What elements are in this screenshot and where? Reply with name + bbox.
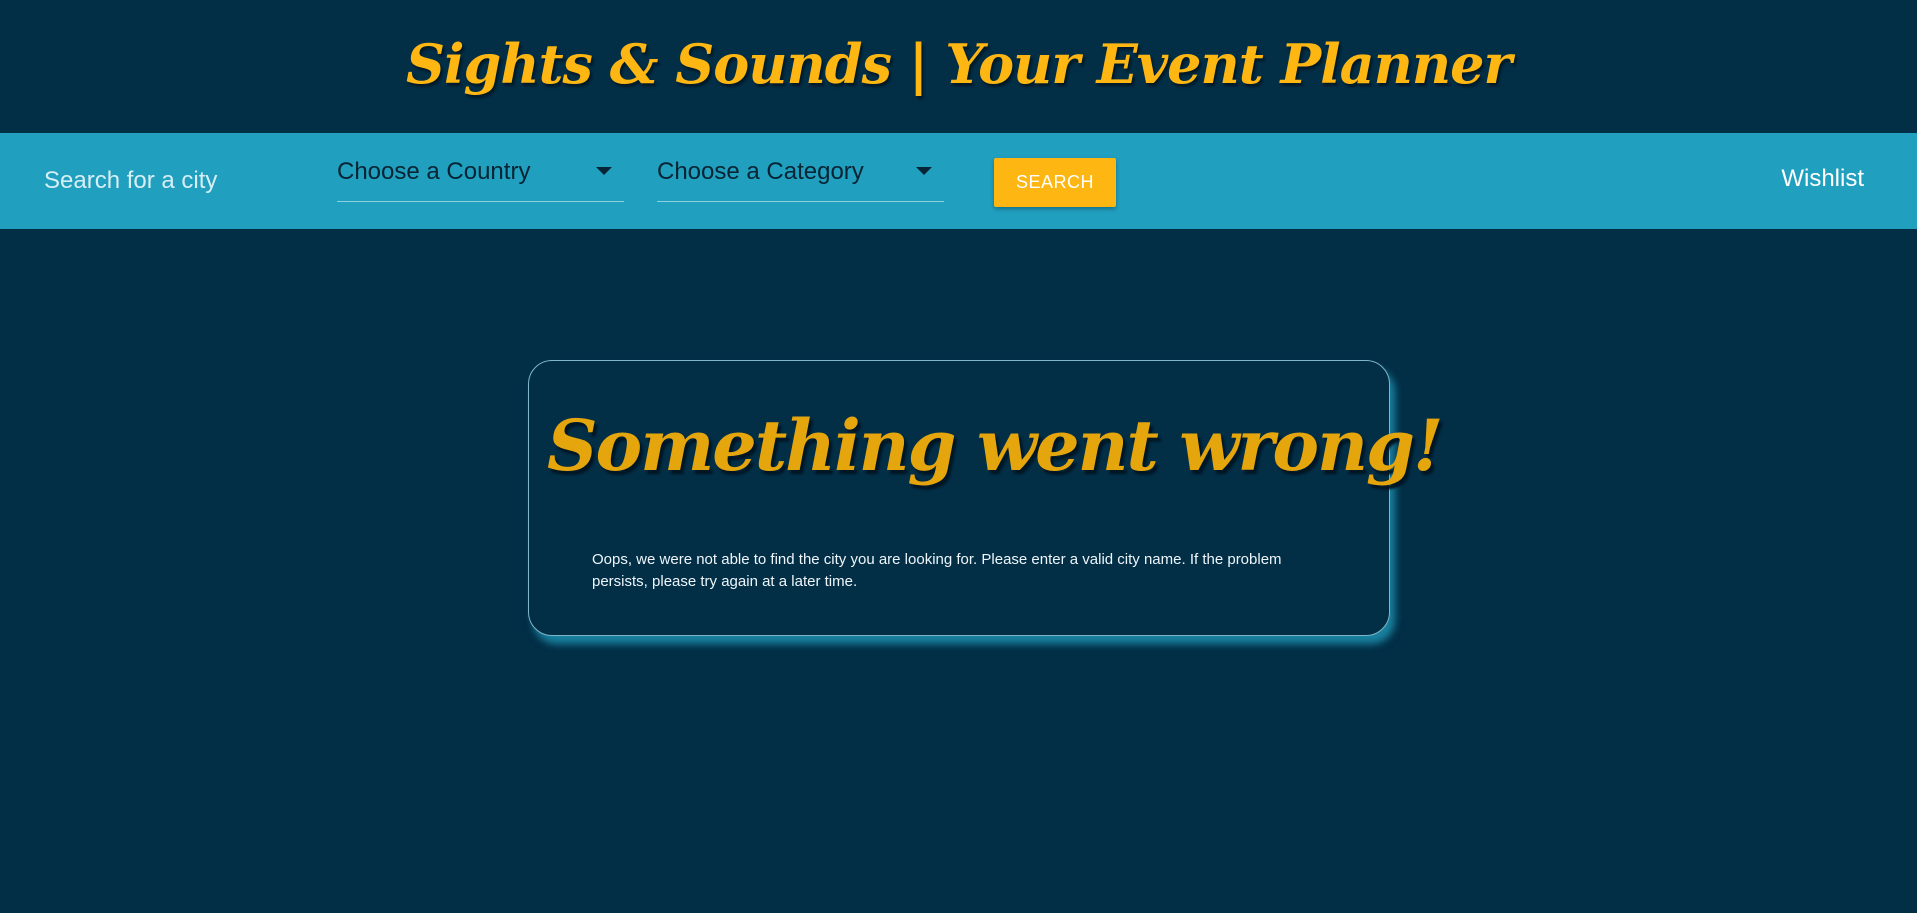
- navbar: Choose a Country Choose a Category SEARC…: [0, 133, 1917, 229]
- country-select-label: Choose a Country: [337, 158, 531, 185]
- wishlist-link[interactable]: Wishlist: [1781, 163, 1864, 195]
- error-card: Something went wrong! Oops, we were not …: [528, 360, 1444, 636]
- error-message: Oops, we were not able to find the city …: [592, 551, 1282, 590]
- caret-down-icon: [596, 167, 612, 175]
- site-header: Sights & Sounds | Your Event Planner: [0, 0, 1917, 133]
- city-search-input[interactable]: [44, 161, 294, 201]
- country-select[interactable]: Choose a Country: [337, 151, 624, 202]
- site-title: Sights & Sounds | Your Event Planner: [406, 32, 1512, 96]
- error-title: Something went wrong!: [547, 404, 1444, 487]
- caret-down-icon: [916, 167, 932, 175]
- category-select-label: Choose a Category: [657, 158, 864, 185]
- search-button[interactable]: SEARCH: [994, 158, 1116, 207]
- category-select[interactable]: Choose a Category: [657, 151, 944, 202]
